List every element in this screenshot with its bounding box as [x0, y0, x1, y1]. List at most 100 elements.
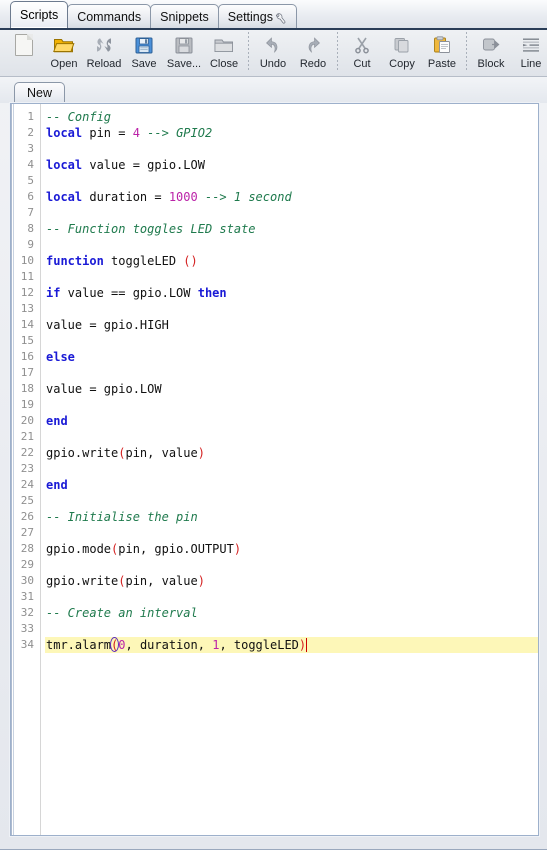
code-line[interactable] — [45, 333, 538, 349]
code-line[interactable]: if value == gpio.LOW then — [45, 285, 538, 301]
code-token: gpio.mode — [46, 542, 112, 556]
reload-button[interactable]: Reload — [84, 30, 124, 75]
code-line[interactable]: -- Config — [45, 109, 538, 125]
code-token: pin, value — [125, 574, 198, 588]
copy-button-label: Copy — [389, 58, 415, 70]
code-token: end — [46, 414, 68, 428]
code-line[interactable]: tmr.alarm(0, duration, 1, toggleLED) — [45, 637, 538, 653]
code-line[interactable]: value = gpio.LOW — [45, 381, 538, 397]
code-token: , duration, — [125, 638, 213, 652]
close-button[interactable]: Close — [204, 30, 244, 75]
line-number: 24 — [20, 478, 34, 491]
code-token: end — [46, 478, 68, 492]
code-line[interactable] — [45, 269, 538, 285]
file-tab-new[interactable]: New — [14, 82, 66, 103]
line-number: 22 — [20, 446, 34, 459]
code-line[interactable]: else — [45, 349, 538, 365]
code-line[interactable]: gpio.mode(pin, gpio.OUTPUT) — [45, 541, 538, 557]
line-number: 14 — [20, 318, 34, 331]
block-button[interactable]: Block — [471, 30, 511, 75]
undo-button[interactable]: Undo — [253, 30, 293, 75]
code-token: duration = — [82, 190, 169, 204]
code-token: --> GPIO2 — [147, 126, 213, 140]
line-number: 18 — [20, 382, 34, 395]
line-number-gutter: 1 2 3 4 5 6 7 8 9 10 11 12 13 14 15 16 17 18 19 20 21 22 23 24 2… — [11, 104, 41, 835]
editor-left-rule — [11, 104, 14, 835]
code-area[interactable]: -- Config local pin = 4 --> GPIO2 local v… — [41, 104, 538, 835]
code-token: -- Initialise the pin — [46, 510, 198, 524]
code-line[interactable] — [45, 237, 538, 253]
new-button[interactable] — [4, 30, 44, 75]
new-document-icon — [13, 34, 35, 56]
code-token: value = gpio.LOW — [46, 382, 162, 396]
close-button-label: Close — [209, 58, 239, 70]
code-token: tmr.alarm — [46, 638, 112, 652]
code-line[interactable]: local value = gpio.LOW — [45, 157, 538, 173]
code-token: then — [197, 286, 227, 300]
reload-button-label: Reload — [86, 58, 122, 70]
code-token: value = gpio.LOW — [82, 158, 205, 172]
redo-arrow-icon — [302, 34, 324, 56]
save-button[interactable]: Save — [124, 30, 164, 75]
tab-settings[interactable]: Settings — [217, 4, 297, 28]
redo-button[interactable]: Redo — [293, 30, 333, 75]
line-number: 27 — [20, 526, 34, 539]
code-line[interactable] — [45, 461, 538, 477]
line-number: 9 — [27, 238, 34, 251]
code-line[interactable]: value = gpio.HIGH — [45, 317, 538, 333]
save-as-button-label: Save... — [166, 58, 202, 70]
code-line[interactable]: end — [45, 477, 538, 493]
code-line[interactable] — [45, 397, 538, 413]
code-line[interactable] — [45, 365, 538, 381]
paste-button[interactable]: Paste — [422, 30, 462, 75]
line-number: 23 — [20, 462, 34, 475]
code-line[interactable] — [45, 557, 538, 573]
copy-button[interactable]: Copy — [382, 30, 422, 75]
code-line[interactable]: local duration = 1000 --> 1 second — [45, 189, 538, 205]
save-as-button[interactable]: Save... — [164, 30, 204, 75]
code-line[interactable] — [45, 429, 538, 445]
code-line[interactable]: -- Create an interval — [45, 605, 538, 621]
line-number: 6 — [27, 190, 34, 203]
code-line[interactable] — [45, 301, 538, 317]
tab-snippets[interactable]: Snippets — [150, 4, 219, 28]
code-line[interactable] — [45, 493, 538, 509]
line-number: 33 — [20, 622, 34, 635]
code-line[interactable]: function toggleLED () — [45, 253, 538, 269]
code-line[interactable] — [45, 589, 538, 605]
code-line[interactable]: -- Function toggles LED state — [45, 221, 538, 237]
line-indent-icon — [520, 34, 542, 56]
open-button[interactable]: Open — [44, 30, 84, 75]
code-token: 4 — [132, 126, 140, 140]
line-number: 8 — [27, 222, 34, 235]
line-number: 5 — [27, 174, 34, 187]
code-line[interactable]: end — [45, 413, 538, 429]
code-line[interactable] — [45, 141, 538, 157]
line-number: 21 — [20, 430, 34, 443]
code-line[interactable] — [45, 205, 538, 221]
code-line[interactable] — [45, 621, 538, 637]
code-token: ) — [197, 574, 205, 588]
line-number: 4 — [27, 158, 34, 171]
tab-scripts[interactable]: Scripts — [10, 1, 69, 28]
code-token: value == gpio.LOW — [60, 286, 198, 300]
code-token: local — [46, 126, 83, 140]
block-indent-icon — [480, 34, 502, 56]
toolbar: Open Reload Save Save... Close Undo Redo… — [0, 30, 547, 77]
code-line[interactable] — [45, 525, 538, 541]
line-number: 20 — [20, 414, 34, 427]
code-line[interactable]: -- Initialise the pin — [45, 509, 538, 525]
text-cursor — [306, 638, 308, 652]
tab-snippets-label: Snippets — [160, 9, 209, 24]
code-line[interactable] — [45, 173, 538, 189]
code-line[interactable]: gpio.write(pin, value) — [45, 573, 538, 589]
cut-button[interactable]: Cut — [342, 30, 382, 75]
line-button[interactable]: Line — [511, 30, 547, 75]
code-line[interactable]: gpio.write(pin, value) — [45, 445, 538, 461]
code-editor[interactable]: 1 2 3 4 5 6 7 8 9 10 11 12 13 14 15 16 17 18 19 20 21 22 23 24 2… — [11, 104, 538, 835]
code-token: ) — [197, 446, 205, 460]
tab-commands[interactable]: Commands — [67, 4, 152, 28]
file-tab-new-label: New — [27, 86, 53, 100]
code-line[interactable]: local pin = 4 --> GPIO2 — [45, 125, 538, 141]
code-token: gpio.write — [46, 446, 119, 460]
